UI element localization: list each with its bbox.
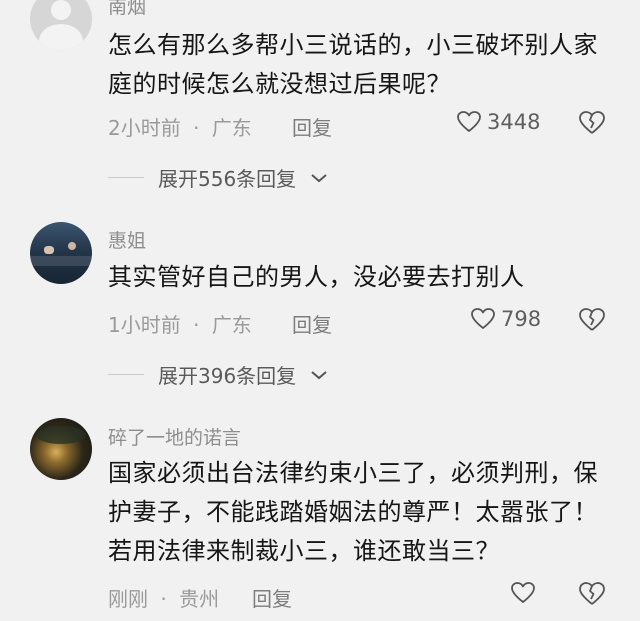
reply-button[interactable]: 回复 [252,583,292,612]
comment-meta: 1小时前 · 广东 [108,309,252,338]
broken-heart-icon [578,581,606,607]
heart-icon [510,581,536,605]
expand-replies-label: 展开556条回复 [158,167,297,191]
avatar-placeholder-icon [51,0,71,20]
comment-text: 其实管好自己的男人，没必要去打别人 [108,263,525,291]
username[interactable]: 南烟 [108,0,146,19]
dislike-button[interactable] [578,307,606,333]
like-button[interactable]: 798 [470,307,541,331]
avatar[interactable] [30,0,92,50]
location: 广东 [211,313,252,337]
heart-icon [456,110,482,134]
location: 广东 [211,116,252,140]
username[interactable]: 惠姐 [108,226,146,253]
meta-separator: · [160,587,167,611]
comment-meta: 刚刚 · 贵州 [108,583,219,612]
dislike-button[interactable] [578,581,606,607]
timestamp: 1小时前 [108,313,181,337]
like-button[interactable]: 3448 [456,110,540,134]
reply-button[interactable]: 回复 [292,112,332,141]
expand-replies-button[interactable]: 展开556条回复 [108,163,328,192]
broken-heart-icon [578,110,606,136]
divider [108,177,144,178]
reply-button[interactable]: 回复 [292,309,332,338]
meta-separator: · [193,313,200,337]
username[interactable]: 碎了一地的诺言 [108,423,241,450]
chevron-down-icon [310,369,328,381]
like-count: 3448 [487,110,541,134]
chevron-down-icon [310,172,328,184]
expand-replies-label: 展开396条回复 [158,364,297,388]
expand-replies-button[interactable]: 展开396条回复 [108,360,328,389]
location: 贵州 [179,587,220,611]
meta-separator: · [193,116,200,140]
divider [108,374,144,375]
comment-meta: 2小时前 · 广东 [108,112,252,141]
heart-icon [470,307,496,331]
comment-text: 国家必须出台法律约束小三了，必须判刑，保护妻子，不能践踏婚姻法的尊严！太嚣张了！… [108,459,598,565]
comment-text: 怎么有那么多帮小三说话的，小三破坏别人家庭的时候怎么就没想过后果呢？ [108,31,598,98]
avatar[interactable] [30,222,92,284]
dislike-button[interactable] [578,110,606,136]
like-count: 798 [501,307,542,331]
avatar[interactable] [30,418,92,480]
broken-heart-icon [578,307,606,333]
timestamp: 2小时前 [108,116,181,140]
like-button[interactable] [510,581,541,605]
timestamp: 刚刚 [108,587,148,611]
